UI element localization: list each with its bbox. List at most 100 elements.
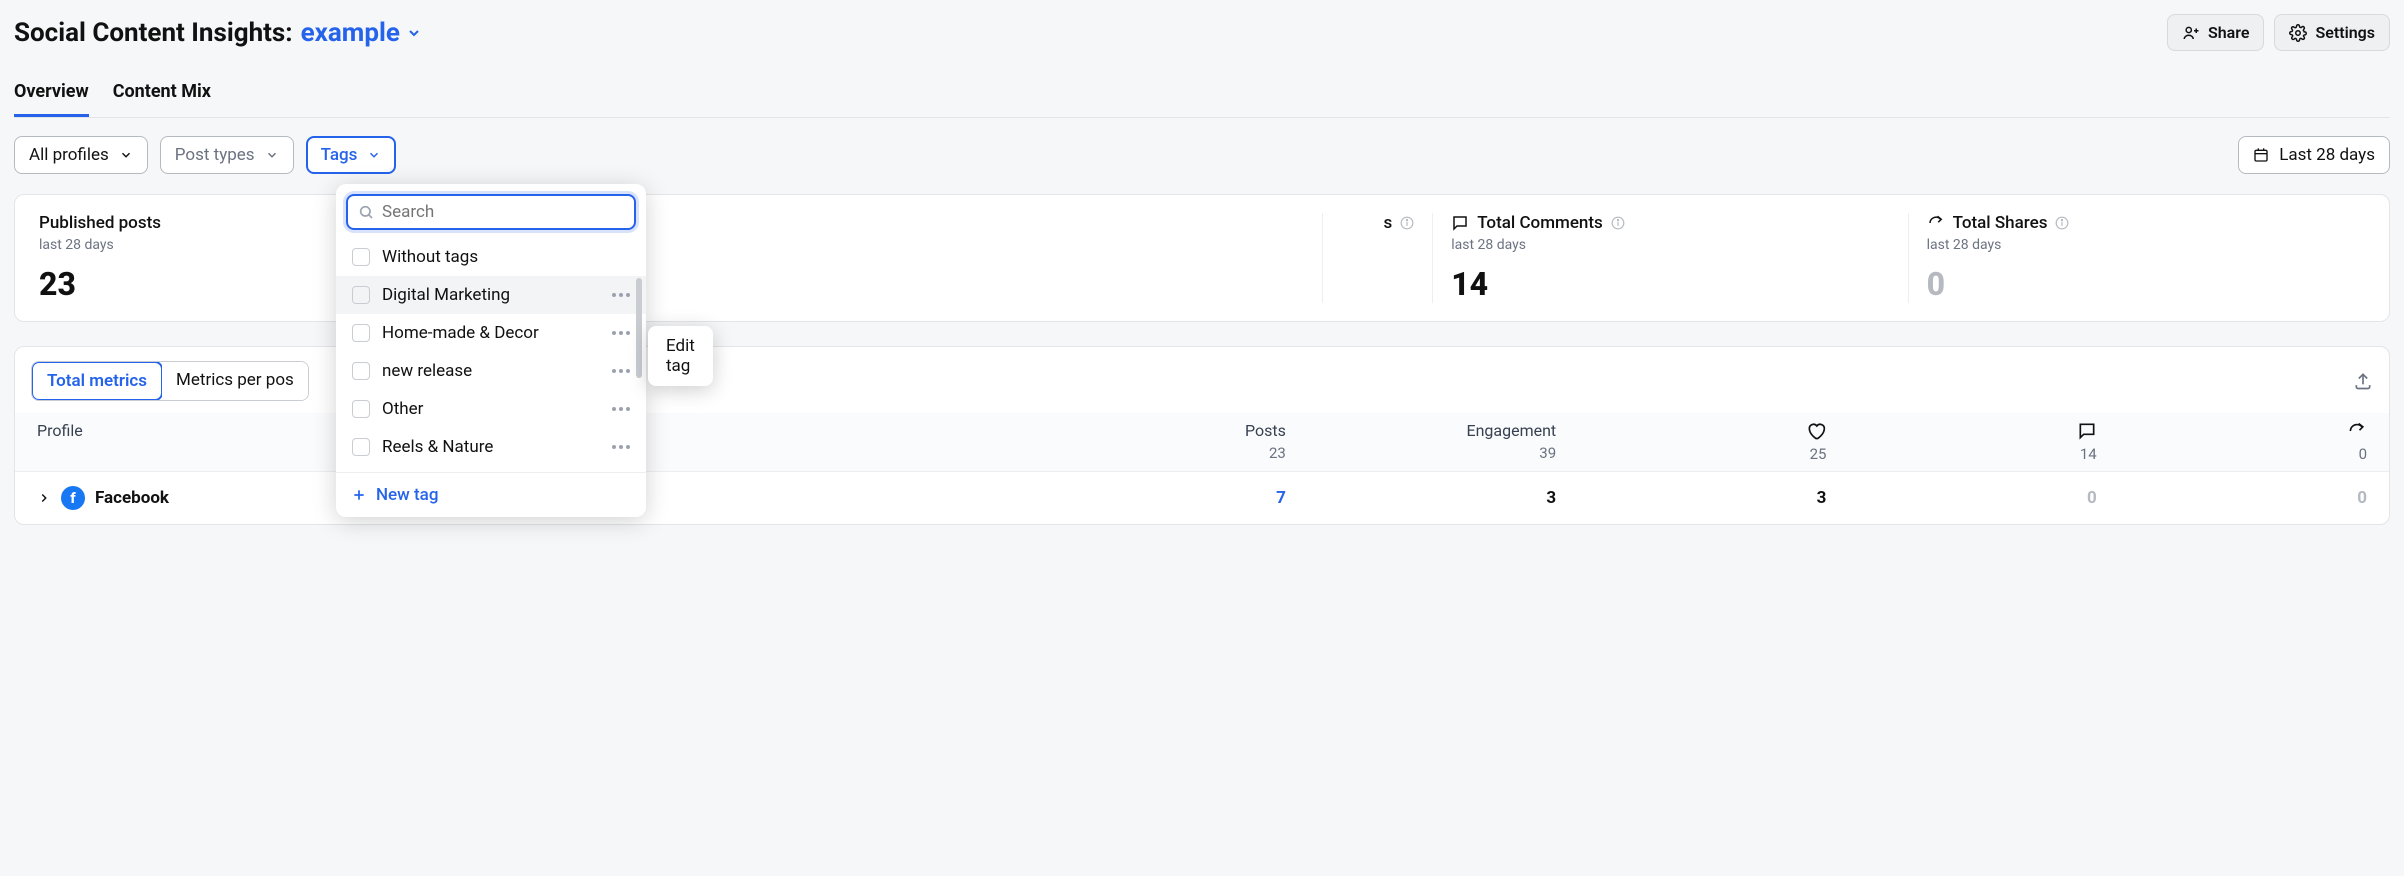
metric-value: 0: [1927, 265, 2365, 303]
tag-label: Reels & Nature: [382, 437, 600, 457]
checkbox[interactable]: [352, 324, 370, 342]
col-total: 0: [2359, 445, 2367, 463]
edit-tag-tooltip[interactable]: Edit tag: [648, 326, 713, 386]
share-label: Share: [2208, 23, 2250, 42]
info-icon[interactable]: [2055, 216, 2069, 230]
plus-icon: [352, 488, 366, 502]
col-engagement[interactable]: Engagement 39: [1286, 421, 1556, 462]
profile-name: Facebook: [95, 488, 169, 508]
col-comments[interactable]: 14: [1826, 421, 2096, 463]
tab-overview[interactable]: Overview: [14, 73, 89, 117]
tag-label: Other: [382, 399, 600, 419]
tab-content-mix[interactable]: Content Mix: [113, 73, 211, 117]
metric-title: Published posts: [39, 213, 161, 233]
tags-search[interactable]: [346, 194, 636, 230]
more-icon[interactable]: [612, 331, 630, 335]
settings-button[interactable]: Settings: [2274, 14, 2390, 51]
page-title-prefix: Social Content Insights:: [14, 18, 293, 48]
heart-icon: [1806, 421, 1826, 441]
tags-search-input[interactable]: [382, 202, 624, 222]
filter-profiles[interactable]: All profiles: [14, 136, 148, 174]
col-total: 23: [1269, 444, 1286, 462]
chevron-right-icon[interactable]: [37, 491, 51, 505]
metric-sub: last 28 days: [1451, 237, 1889, 253]
tag-option[interactable]: Other: [336, 390, 646, 428]
tag-label: Without tags: [382, 247, 630, 267]
col-total: 25: [1810, 445, 1827, 463]
filter-tags-label: Tags: [321, 145, 358, 165]
info-icon[interactable]: [1400, 216, 1414, 230]
tag-option[interactable]: Without tags: [336, 238, 646, 276]
col-total: 39: [1539, 444, 1556, 462]
metric-value: 14: [1451, 265, 1889, 303]
search-icon: [358, 204, 374, 220]
col-posts[interactable]: Posts 23: [1016, 421, 1286, 462]
share-button[interactable]: Share: [2167, 14, 2265, 51]
metric-title: Total Comments: [1477, 213, 1603, 233]
comment-icon: [2077, 421, 2097, 441]
checkbox[interactable]: [352, 438, 370, 456]
tag-label: new release: [382, 361, 600, 381]
chevron-down-icon: [367, 148, 381, 162]
new-tag-label: New tag: [376, 485, 438, 505]
date-filter-label: Last 28 days: [2279, 145, 2375, 165]
tag-option[interactable]: Home-made & Decor: [336, 314, 646, 352]
col-label: Engagement: [1466, 421, 1556, 440]
checkbox[interactable]: [352, 400, 370, 418]
checkbox[interactable]: [352, 362, 370, 380]
more-icon[interactable]: [612, 369, 630, 373]
project-name: example: [301, 18, 400, 48]
more-icon[interactable]: [612, 445, 630, 449]
chevron-down-icon: [406, 25, 422, 41]
filter-post-types[interactable]: Post types: [160, 136, 294, 174]
comment-icon: [1451, 214, 1469, 232]
chevron-down-icon: [119, 148, 133, 162]
share-icon: [2347, 421, 2367, 441]
checkbox[interactable]: [352, 286, 370, 304]
tag-label: Digital Marketing: [382, 285, 600, 305]
export-icon[interactable]: [2353, 371, 2373, 391]
more-icon[interactable]: [612, 407, 630, 411]
tag-option[interactable]: Reels & Nature: [336, 428, 646, 466]
col-shares[interactable]: 0: [2097, 421, 2367, 463]
cell-comments: 0: [1826, 488, 2096, 508]
metric-title-fragment: s: [1383, 213, 1392, 233]
tags-list: Without tags Digital Marketing Home-made…: [336, 238, 646, 466]
filter-profiles-label: All profiles: [29, 145, 109, 165]
chevron-down-icon: [265, 148, 279, 162]
tags-dropdown: Without tags Digital Marketing Home-made…: [336, 184, 646, 517]
share-icon: [1927, 214, 1945, 232]
calendar-icon: [2253, 147, 2269, 163]
checkbox[interactable]: [352, 248, 370, 266]
col-label: Posts: [1245, 421, 1286, 440]
table-segment: Total metrics Metrics per pos: [31, 361, 309, 401]
cell-reactions: 3: [1556, 488, 1826, 508]
cell-engagement: 3: [1286, 488, 1556, 508]
filter-post-types-label: Post types: [175, 145, 255, 165]
segment-total-metrics[interactable]: Total metrics: [31, 361, 163, 401]
new-tag-button[interactable]: New tag: [336, 472, 646, 517]
col-reactions[interactable]: 25: [1556, 421, 1826, 463]
gear-icon: [2289, 24, 2307, 42]
metric-hidden-fragment: s: [1323, 213, 1434, 303]
info-icon[interactable]: [1611, 216, 1625, 230]
col-total: 14: [2080, 445, 2097, 463]
cell-shares: 0: [2097, 488, 2367, 508]
scrollbar[interactable]: [636, 278, 642, 378]
share-icon: [2182, 24, 2200, 42]
segment-metrics-per-post[interactable]: Metrics per pos: [162, 362, 308, 400]
settings-label: Settings: [2315, 23, 2375, 42]
tag-option[interactable]: new release: [336, 352, 646, 390]
more-icon[interactable]: [612, 293, 630, 297]
metric-total-shares: Total Shares last 28 days 0: [1909, 213, 2383, 303]
metric-sub: last 28 days: [1927, 237, 2365, 253]
metric-total-comments: Total Comments last 28 days 14: [1433, 213, 1908, 303]
tag-option[interactable]: Digital Marketing: [336, 276, 646, 314]
tag-label: Home-made & Decor: [382, 323, 600, 343]
project-selector[interactable]: example: [301, 18, 422, 48]
cell-posts[interactable]: 7: [1016, 488, 1286, 508]
date-filter[interactable]: Last 28 days: [2238, 136, 2390, 174]
tabs: Overview Content Mix: [14, 73, 2390, 118]
metric-title: Total Shares: [1953, 213, 2048, 233]
filter-tags[interactable]: Tags: [306, 136, 397, 174]
